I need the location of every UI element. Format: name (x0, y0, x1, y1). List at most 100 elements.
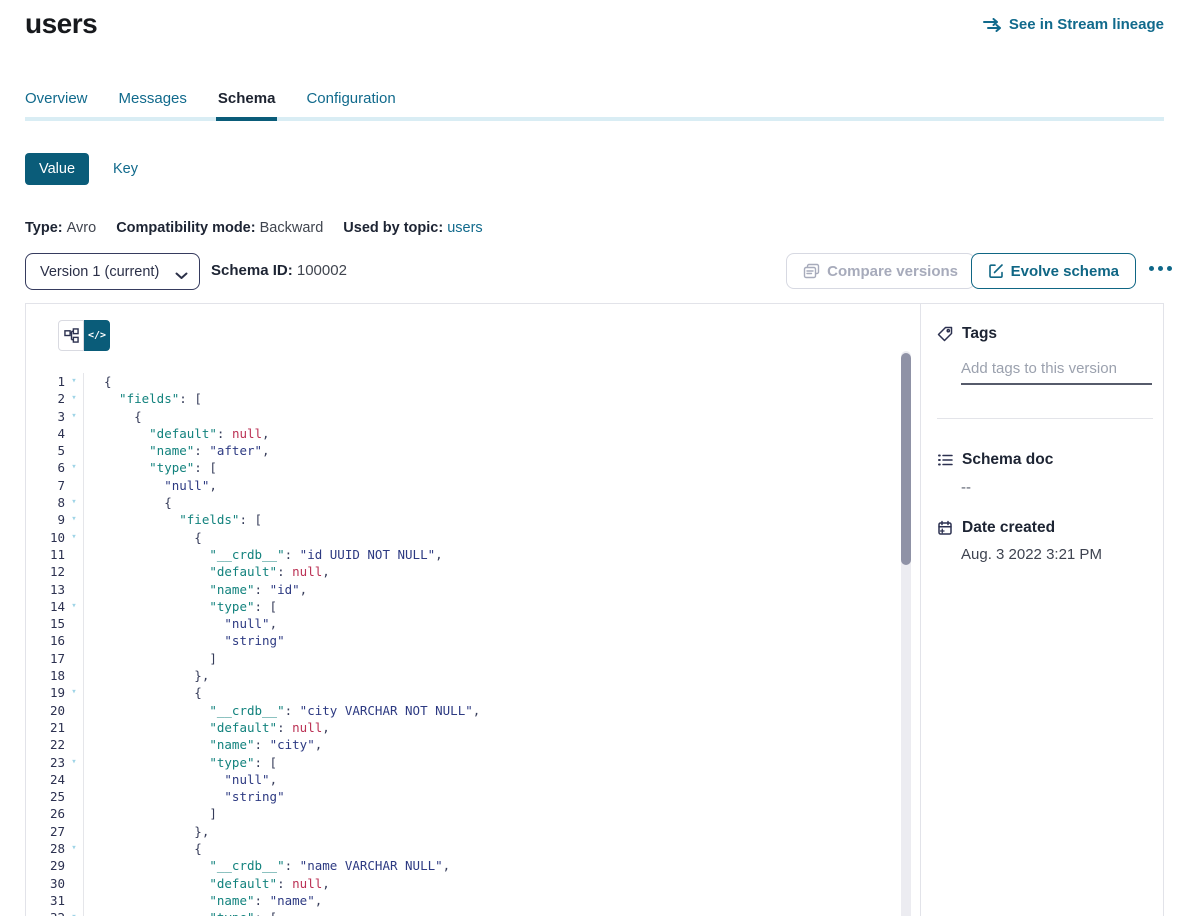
code-text: "null", (84, 477, 896, 494)
code-line: 6▾"type": [ (26, 459, 896, 476)
line-number: 9 (26, 511, 65, 528)
compatibility-value: Backward (260, 220, 324, 236)
code-text: "default": null, (84, 563, 896, 580)
fold-spacer (65, 442, 84, 459)
see-in-stream-lineage-link[interactable]: See in Stream lineage (983, 16, 1164, 33)
line-number: 8 (26, 494, 65, 511)
tab-messages[interactable]: Messages (119, 90, 187, 117)
code-text: "null", (84, 615, 896, 632)
tab-underline-bar (25, 117, 1164, 121)
code-line: 15"null", (26, 615, 896, 632)
list-icon (937, 452, 953, 468)
code-line: 10▾{ (26, 529, 896, 546)
line-number: 24 (26, 771, 65, 788)
code-text: "__crdb__": "name VARCHAR NULL", (84, 857, 896, 874)
line-number: 17 (26, 650, 65, 667)
fold-toggle-icon[interactable]: ▾ (65, 494, 84, 511)
line-number: 3 (26, 408, 65, 425)
fold-spacer (65, 805, 84, 822)
fold-spacer (65, 667, 84, 684)
evolve-schema-icon (988, 263, 1004, 279)
fold-spacer (65, 632, 84, 649)
code-text: { (84, 373, 896, 390)
fold-spacer (65, 702, 84, 719)
tab-configuration[interactable]: Configuration (306, 90, 395, 117)
code-text: "fields": [ (84, 390, 896, 407)
fold-spacer (65, 477, 84, 494)
line-number: 31 (26, 892, 65, 909)
fold-toggle-icon[interactable]: ▾ (65, 754, 84, 771)
line-number: 26 (26, 805, 65, 822)
line-number: 11 (26, 546, 65, 563)
topic-users-link[interactable]: users (447, 220, 482, 236)
fold-toggle-icon[interactable]: ▾ (65, 840, 84, 857)
code-text: "name": "city", (84, 736, 896, 753)
date-created-value: Aug. 3 2022 3:21 PM (961, 546, 1102, 563)
schema-meta-line: Type: Avro Compatibility mode: Backward … (25, 220, 503, 236)
schema-id-label: Schema ID: (211, 262, 293, 279)
code-line: 18}, (26, 667, 896, 684)
code-line: 3▾{ (26, 408, 896, 425)
evolve-schema-button[interactable]: Evolve schema (971, 253, 1136, 289)
code-view-button[interactable]: </> (84, 320, 110, 351)
fold-toggle-icon[interactable]: ▾ (65, 373, 84, 390)
fold-toggle-icon[interactable]: ▾ (65, 529, 84, 546)
schema-id: Schema ID: 100002 (211, 262, 347, 279)
key-tab-button[interactable]: Key (113, 161, 138, 177)
more-options-button[interactable] (1149, 262, 1172, 275)
code-line: 16"string" (26, 632, 896, 649)
fold-spacer (65, 719, 84, 736)
fold-spacer (65, 615, 84, 632)
editor-scrollbar-thumb[interactable] (901, 353, 911, 565)
date-created-section-title: Date created (937, 519, 1055, 537)
tab-schema[interactable]: Schema (218, 90, 276, 117)
fold-toggle-icon[interactable]: ▾ (65, 511, 84, 528)
line-number: 29 (26, 857, 65, 874)
line-number: 12 (26, 563, 65, 580)
fold-toggle-icon[interactable]: ▾ (65, 909, 84, 916)
fold-spacer (65, 425, 84, 442)
editor-view-toggle: </> (58, 320, 110, 351)
fold-spacer (65, 650, 84, 667)
code-text: "type": [ (84, 598, 896, 615)
compatibility-meta: Compatibility mode: Backward (116, 220, 323, 236)
version-select[interactable]: Version 1 (current) (25, 253, 200, 290)
type-value: Avro (67, 220, 97, 236)
fold-toggle-icon[interactable]: ▾ (65, 408, 84, 425)
schema-doc-value: -- (961, 479, 971, 496)
line-number: 1 (26, 373, 65, 390)
tree-view-button[interactable] (58, 320, 84, 351)
fold-toggle-icon[interactable]: ▾ (65, 390, 84, 407)
compare-versions-button[interactable]: Compare versions (786, 253, 975, 289)
line-number: 6 (26, 459, 65, 476)
code-line: 23▾"type": [ (26, 754, 896, 771)
line-number: 10 (26, 529, 65, 546)
code-text: "string" (84, 632, 896, 649)
compare-versions-icon (803, 263, 820, 279)
fold-toggle-icon[interactable]: ▾ (65, 598, 84, 615)
fold-toggle-icon[interactable]: ▾ (65, 459, 84, 476)
code-line: 17] (26, 650, 896, 667)
line-number: 18 (26, 667, 65, 684)
schema-code-pane: </> 1▾{2▾"fields": [3▾{4"default": null,… (26, 304, 921, 916)
code-text: }, (84, 823, 896, 840)
code-line: 8▾{ (26, 494, 896, 511)
tab-overview[interactable]: Overview (25, 90, 88, 117)
used-by-topic-label: Used by topic: (343, 220, 443, 236)
code-text: { (84, 494, 896, 511)
value-tab-button[interactable]: Value (25, 153, 89, 185)
code-line: 7"null", (26, 477, 896, 494)
ellipsis-dot (1167, 266, 1172, 271)
code-text: "name": "after", (84, 442, 896, 459)
code-text: { (84, 408, 896, 425)
code-line: 12 "default": null, (26, 563, 896, 580)
value-key-toggle: Value Key (25, 153, 138, 185)
fold-toggle-icon[interactable]: ▾ (65, 684, 84, 701)
code-line: 28▾{ (26, 840, 896, 857)
tree-view-icon (64, 328, 79, 343)
add-tags-input[interactable] (961, 357, 1152, 385)
line-number: 32 (26, 909, 65, 916)
code-line: 21"default": null, (26, 719, 896, 736)
type-meta: Type: Avro (25, 220, 96, 236)
code-text: ] (84, 805, 896, 822)
